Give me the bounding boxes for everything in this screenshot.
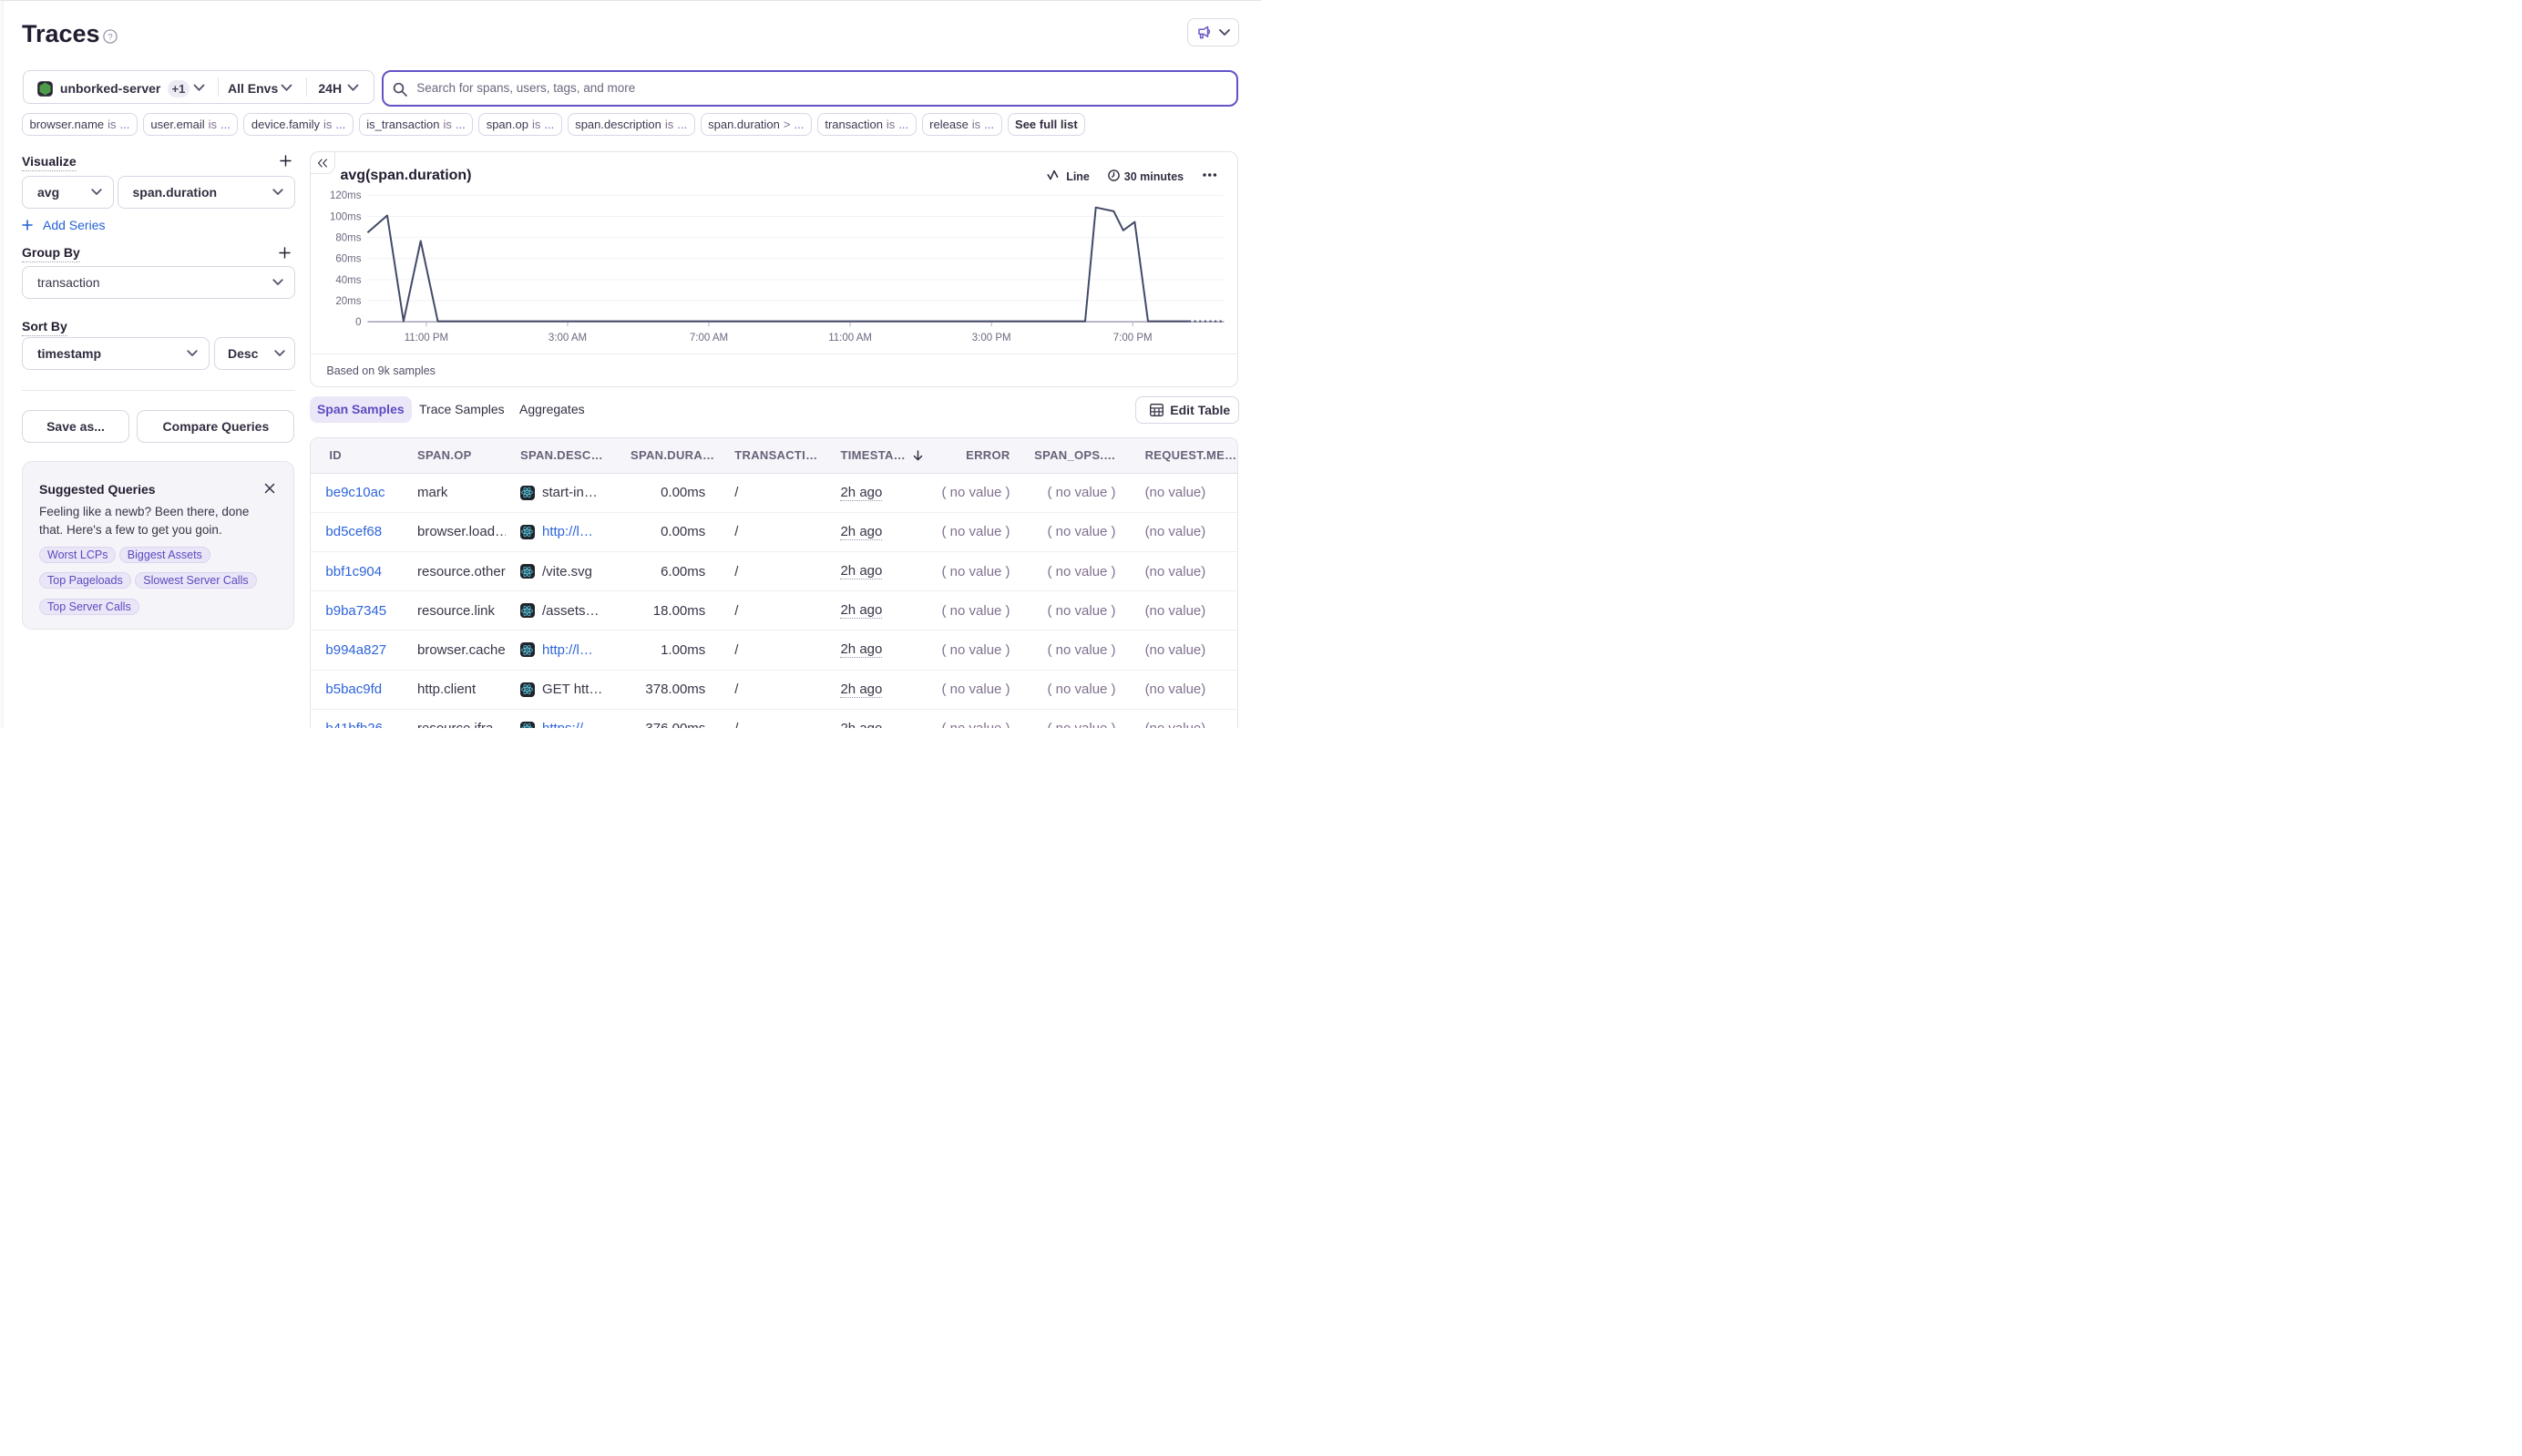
svg-text:100ms: 100ms bbox=[330, 211, 362, 222]
svg-text:80ms: 80ms bbox=[335, 233, 361, 244]
svg-text:7:00 AM: 7:00 AM bbox=[690, 333, 728, 343]
svg-text:?: ? bbox=[108, 32, 112, 42]
svg-text:11:00 AM: 11:00 AM bbox=[828, 333, 872, 343]
svg-text:40ms: 40ms bbox=[335, 275, 361, 286]
svg-text:0: 0 bbox=[355, 317, 361, 328]
svg-text:7:00 PM: 7:00 PM bbox=[1113, 333, 1153, 343]
svg-text:60ms: 60ms bbox=[335, 254, 361, 265]
svg-text:120ms: 120ms bbox=[330, 190, 362, 201]
svg-text:3:00 PM: 3:00 PM bbox=[972, 333, 1011, 343]
svg-text:20ms: 20ms bbox=[335, 296, 361, 307]
svg-text:11:00 PM: 11:00 PM bbox=[405, 333, 448, 343]
svg-text:3:00 AM: 3:00 AM bbox=[548, 333, 587, 343]
